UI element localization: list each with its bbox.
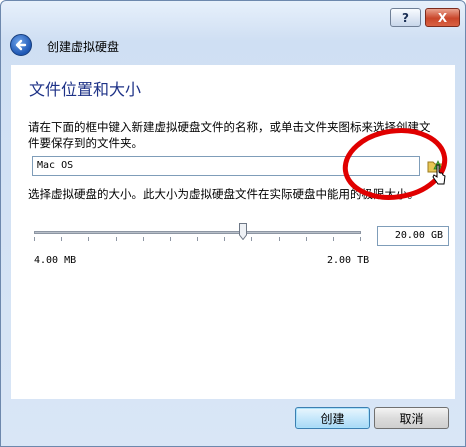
size-slider[interactable] [34, 231, 361, 234]
slider-thumb-icon [239, 223, 247, 241]
slider-tick [61, 237, 62, 241]
slider-tick [333, 237, 334, 241]
slider-tick [116, 237, 117, 241]
page-title: 文件位置和大小 [29, 80, 142, 99]
back-arrow-icon [15, 39, 27, 51]
back-button[interactable] [10, 34, 32, 56]
help-button[interactable]: ? [390, 8, 421, 27]
title-bar: ? X [1, 1, 465, 33]
slider-tick [251, 237, 252, 241]
slider-tick [34, 237, 35, 241]
slider-tick [197, 237, 198, 241]
mouse-cursor-icon [432, 164, 446, 185]
size-max-label: 2.00 TB [327, 255, 370, 266]
size-min-label: 4.00 MB [34, 255, 77, 266]
red-circle-annotation [342, 128, 448, 200]
wizard-title: 创建虚拟硬盘 [47, 40, 120, 54]
create-button[interactable]: 创建 [295, 407, 370, 429]
slider-tick [279, 237, 280, 241]
size-field[interactable]: 20.00 GB [377, 226, 449, 246]
slider-tick [143, 237, 144, 241]
close-button[interactable]: X [425, 8, 460, 27]
slider-tick [224, 237, 225, 241]
slider-tick [170, 237, 171, 241]
wizard-header: 创建虚拟硬盘 [1, 33, 465, 59]
wizard-page: 文件位置和大小 请在下面的框中键入新建虚拟硬盘文件的名称，或单击文件夹图标来选择… [11, 65, 455, 399]
create-virtual-disk-dialog: ? X 创建虚拟硬盘 文件位置和大小 请在下面的框中键入新建虚拟硬盘文件的名称，… [0, 0, 466, 447]
slider-tick [360, 237, 361, 241]
slider-tick [88, 237, 89, 241]
size-slider-thumb[interactable] [239, 223, 247, 241]
cancel-button[interactable]: 取消 [374, 407, 449, 429]
slider-tick [306, 237, 307, 241]
